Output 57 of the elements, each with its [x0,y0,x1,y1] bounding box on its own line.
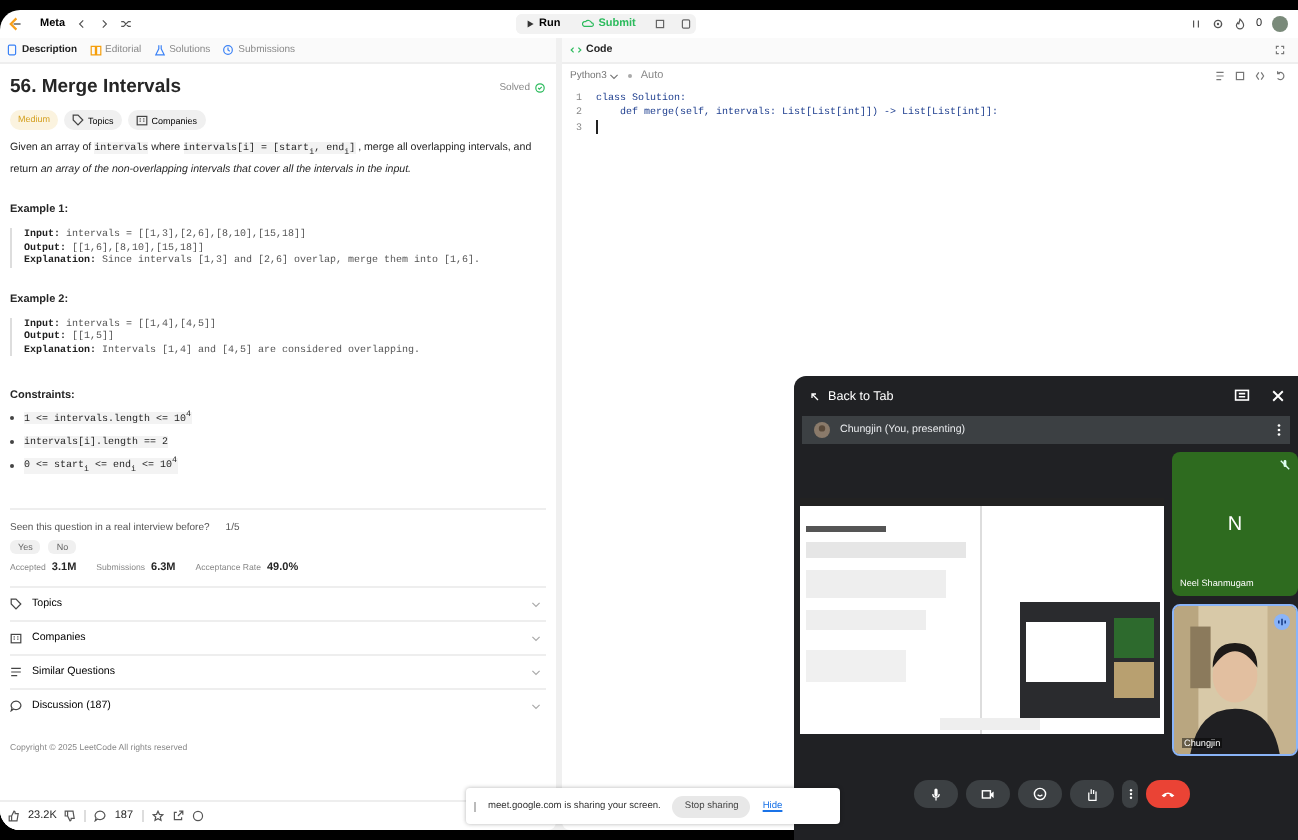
star-icon[interactable] [151,810,164,822]
more-icon [1127,786,1133,802]
settings-icon[interactable] [1211,18,1224,30]
document-icon [6,44,18,56]
hand-icon [1084,786,1100,802]
chevron-down-icon [530,666,542,678]
shuffle-icon[interactable] [119,18,132,30]
bookmark-icon[interactable] [1234,69,1246,81]
chevron-down-icon [530,700,542,712]
braces-icon[interactable] [1254,69,1266,81]
emoji-icon [1032,786,1048,802]
avatar-icon[interactable] [1272,16,1288,32]
book-icon [89,44,102,56]
chevron-down-icon [530,632,542,644]
flask-icon [153,44,166,56]
building-icon [135,114,148,126]
thumbs-down-icon[interactable] [64,810,77,822]
chevron-down-icon [608,69,621,81]
participant-initial: N [1227,513,1243,535]
more-options-button[interactable] [1122,780,1138,808]
chat-icon [10,700,22,712]
problem-title: 56. Merge Intervals [10,76,182,98]
share-icon[interactable] [171,810,184,822]
note-icon[interactable] [1214,69,1226,81]
logo-icon[interactable] [8,16,22,32]
camera-icon [980,786,996,802]
chevron-down-icon [530,598,542,610]
chevron-left-icon[interactable] [75,18,88,30]
check-circle-icon [534,81,546,93]
chat-icon[interactable] [94,810,107,822]
clipboard-icon[interactable] [679,18,692,30]
arrow-icon [810,391,820,401]
tag-icon [10,598,22,610]
layout-icon[interactable] [1189,18,1202,30]
emoji-button[interactable] [1018,780,1062,808]
play-icon [523,18,536,30]
avatar-icon [814,422,830,438]
microphone-button[interactable] [914,780,958,808]
camera-button[interactable] [966,780,1010,808]
reset-icon[interactable] [1274,69,1286,81]
close-icon[interactable] [1270,388,1286,404]
building-icon [10,632,22,644]
cloud-icon [582,18,595,30]
note-icon[interactable] [653,18,666,30]
microphone-icon [928,786,944,802]
tag-icon [72,114,85,126]
flame-icon[interactable] [1233,18,1246,30]
expand-icon[interactable] [1274,44,1286,56]
more-icon[interactable] [1276,422,1282,438]
chevron-right-icon[interactable] [97,18,110,30]
code-icon [570,44,582,56]
end-call-button[interactable] [1146,780,1190,808]
history-icon [222,44,235,56]
thumbs-up-icon[interactable] [8,810,20,822]
help-icon[interactable] [191,810,204,822]
list-icon [10,666,22,678]
raise-hand-button[interactable] [1070,780,1114,808]
